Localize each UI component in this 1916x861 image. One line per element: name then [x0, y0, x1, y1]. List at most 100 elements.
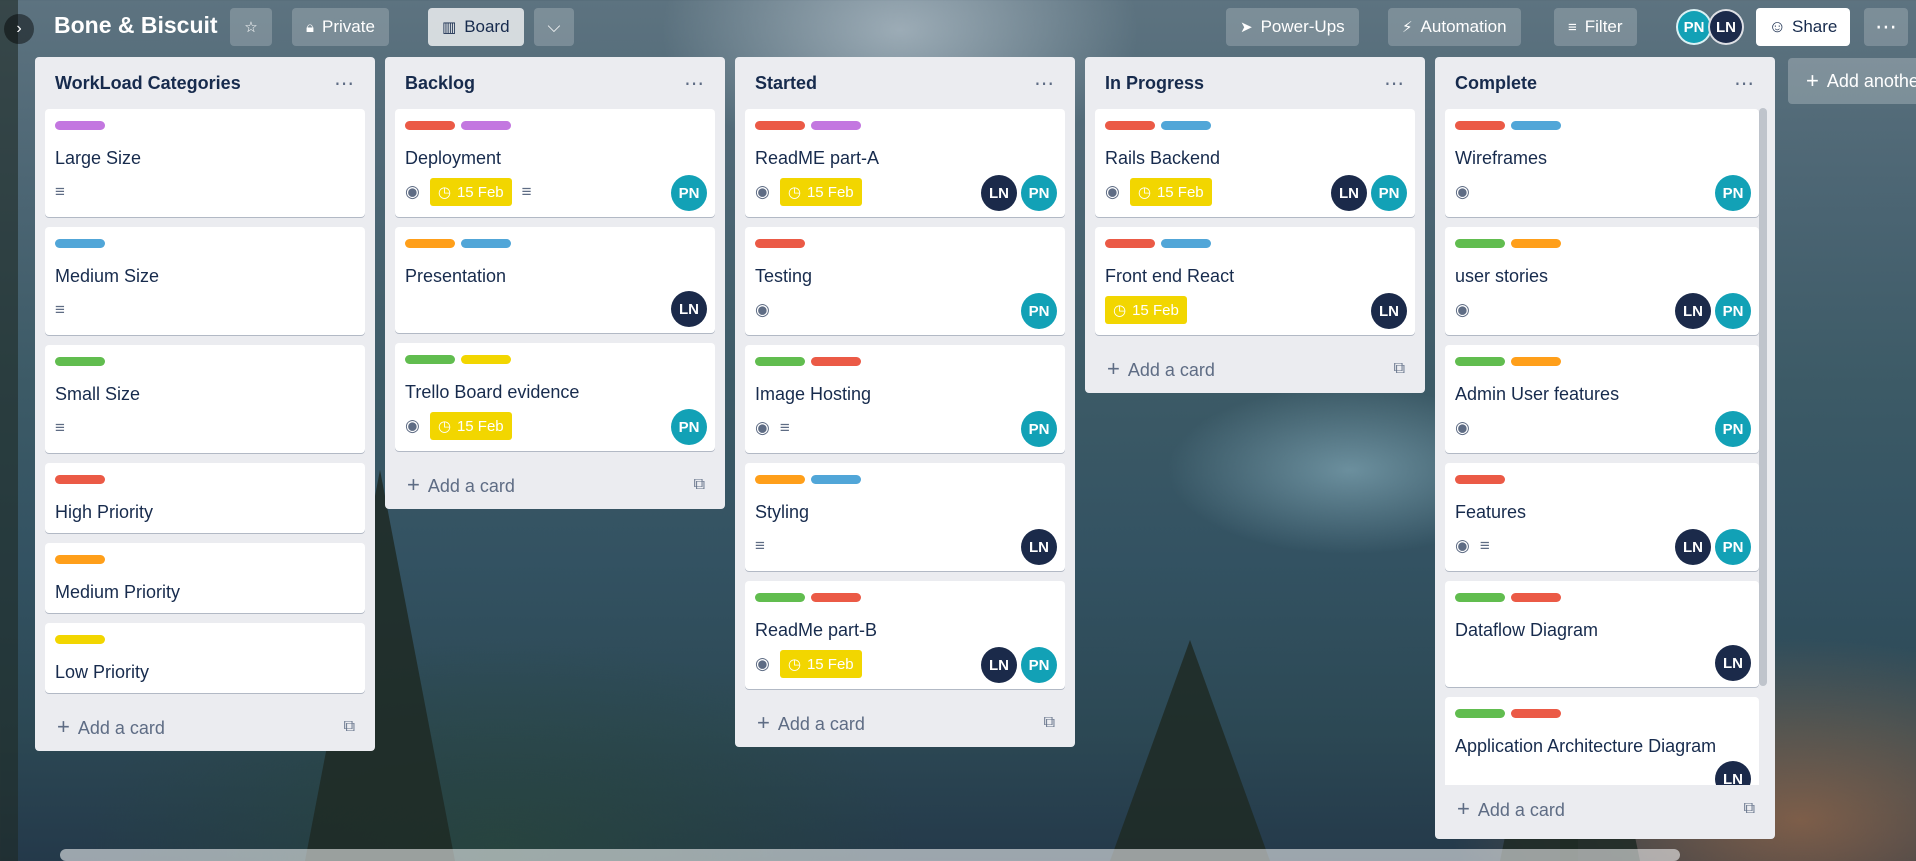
card[interactable]: ReadME part-A ◉ ◷ 15 Feb LN PN — [745, 109, 1065, 217]
list-title[interactable]: Complete — [1455, 73, 1537, 94]
card-label[interactable] — [55, 357, 105, 366]
card[interactable]: ReadMe part-B ◉ ◷ 15 Feb LN PN — [745, 581, 1065, 689]
member-avatar[interactable]: PN — [1715, 175, 1751, 211]
visibility-button[interactable]: 🔒︎ Private — [292, 8, 389, 46]
list-menu-icon[interactable]: ⋯ — [1034, 71, 1055, 96]
card[interactable]: Testing ◉ PN — [745, 227, 1065, 335]
card[interactable]: user stories ◉ LN PN — [1445, 227, 1759, 335]
card-label[interactable] — [55, 121, 105, 130]
member-avatar[interactable]: PN — [671, 409, 707, 445]
card-label[interactable] — [55, 635, 105, 644]
card-label[interactable] — [1511, 121, 1561, 130]
sidebar-expand-button[interactable]: › — [4, 14, 34, 44]
add-card-button[interactable]: + Add a card ⧉ — [35, 703, 375, 751]
card-label[interactable] — [755, 357, 805, 366]
board-view-button[interactable]: ▥ Board — [428, 8, 524, 46]
member-avatar[interactable]: LN — [1371, 293, 1407, 329]
card-label[interactable] — [1455, 593, 1505, 602]
card[interactable]: Wireframes ◉ PN — [1445, 109, 1759, 217]
card-label[interactable] — [1511, 239, 1561, 248]
card-label[interactable] — [1511, 593, 1561, 602]
create-from-template-icon[interactable]: ⧉ — [694, 476, 705, 494]
card[interactable]: Styling ≡ LN — [745, 463, 1065, 571]
card[interactable]: Dataflow Diagram LN — [1445, 581, 1759, 687]
list-title[interactable]: Backlog — [405, 73, 475, 94]
card-label[interactable] — [1105, 121, 1155, 130]
due-date-badge[interactable]: ◷ 15 Feb — [779, 650, 862, 678]
list-menu-icon[interactable]: ⋯ — [684, 71, 705, 96]
member-avatar[interactable]: PN — [1371, 175, 1407, 211]
card-label[interactable] — [755, 593, 805, 602]
card[interactable]: Low Priority — [45, 623, 365, 693]
member-avatar[interactable]: PN — [1715, 529, 1751, 565]
card-label[interactable] — [461, 239, 511, 248]
card-label[interactable] — [1511, 357, 1561, 366]
card-label[interactable] — [405, 239, 455, 248]
member-avatar[interactable]: LN — [981, 175, 1017, 211]
card-label[interactable] — [1161, 239, 1211, 248]
card[interactable]: Features ◉ ≡ LN PN — [1445, 463, 1759, 571]
card-label[interactable] — [55, 475, 105, 484]
card-label[interactable] — [1455, 475, 1505, 484]
card-label[interactable] — [811, 121, 861, 130]
card[interactable]: Medium Priority — [45, 543, 365, 613]
list-menu-icon[interactable]: ⋯ — [1384, 71, 1405, 96]
card-label[interactable] — [1455, 239, 1505, 248]
member-avatar[interactable]: PN — [1021, 293, 1057, 329]
card-label[interactable] — [1455, 357, 1505, 366]
member-avatar[interactable]: LN — [671, 291, 707, 327]
card[interactable]: Small Size ≡ — [45, 345, 365, 453]
card[interactable]: Medium Size ≡ — [45, 227, 365, 335]
list-title[interactable]: In Progress — [1105, 73, 1204, 94]
card-label[interactable] — [461, 121, 511, 130]
due-date-badge[interactable]: ◷ 15 Feb — [1129, 178, 1212, 206]
list-menu-icon[interactable]: ⋯ — [334, 71, 355, 96]
board-scrollbar[interactable] — [60, 849, 1680, 861]
card-label[interactable] — [405, 121, 455, 130]
list-title[interactable]: Started — [755, 73, 817, 94]
card[interactable]: Rails Backend ◉ ◷ 15 Feb LN PN — [1095, 109, 1415, 217]
card-label[interactable] — [1511, 709, 1561, 718]
card-label[interactable] — [1455, 121, 1505, 130]
card[interactable]: Large Size ≡ — [45, 109, 365, 217]
add-list-button[interactable]: + Add another list — [1788, 58, 1916, 104]
card-label[interactable] — [1105, 239, 1155, 248]
member-avatar[interactable]: LN — [1708, 9, 1744, 45]
create-from-template-icon[interactable]: ⧉ — [1394, 360, 1405, 378]
member-avatar[interactable]: PN — [1021, 411, 1057, 447]
member-avatar[interactable]: PN — [1715, 411, 1751, 447]
create-from-template-icon[interactable]: ⧉ — [1744, 800, 1755, 818]
board-menu-button[interactable]: ⋯ — [1864, 8, 1908, 46]
card[interactable]: Trello Board evidence ◉ ◷ 15 Feb PN — [395, 343, 715, 451]
card-label[interactable] — [405, 355, 455, 364]
filter-button[interactable]: ≡ Filter — [1554, 8, 1637, 46]
due-date-badge[interactable]: ◷ 15 Feb — [1105, 296, 1187, 324]
member-avatar[interactable]: LN — [1715, 761, 1751, 785]
member-avatar[interactable]: LN — [1331, 175, 1367, 211]
due-date-badge[interactable]: ◷ 15 Feb — [429, 178, 512, 206]
create-from-template-icon[interactable]: ⧉ — [344, 718, 355, 736]
add-card-button[interactable]: + Add a card ⧉ — [1085, 345, 1425, 393]
card-label[interactable] — [1455, 709, 1505, 718]
member-avatar[interactable]: LN — [1021, 529, 1057, 565]
member-avatar[interactable]: LN — [981, 647, 1017, 683]
powerups-button[interactable]: ➤ Power-Ups — [1226, 8, 1359, 46]
add-card-button[interactable]: + Add a card ⧉ — [385, 461, 725, 509]
card[interactable]: Application Architecture Diagram LN — [1445, 697, 1759, 785]
list-title[interactable]: WorkLoad Categories — [55, 73, 241, 94]
member-avatar[interactable]: PN — [1021, 175, 1057, 211]
view-switcher-button[interactable]: ⌵ — [534, 8, 574, 46]
card-label[interactable] — [755, 239, 805, 248]
card[interactable]: Admin User features ◉ PN — [1445, 345, 1759, 453]
member-avatar[interactable]: LN — [1675, 293, 1711, 329]
card-label[interactable] — [755, 121, 805, 130]
member-avatar[interactable]: LN — [1675, 529, 1711, 565]
member-avatar[interactable]: PN — [671, 175, 707, 211]
add-card-button[interactable]: + Add a card ⧉ — [735, 699, 1075, 747]
member-avatar[interactable]: PN — [1676, 9, 1712, 45]
card-label[interactable] — [811, 593, 861, 602]
card-label[interactable] — [55, 555, 105, 564]
add-card-button[interactable]: + Add a card ⧉ — [1435, 785, 1775, 833]
list-scrollbar[interactable] — [1759, 108, 1767, 686]
card[interactable]: Deployment ◉ ◷ 15 Feb ≡ PN — [395, 109, 715, 217]
